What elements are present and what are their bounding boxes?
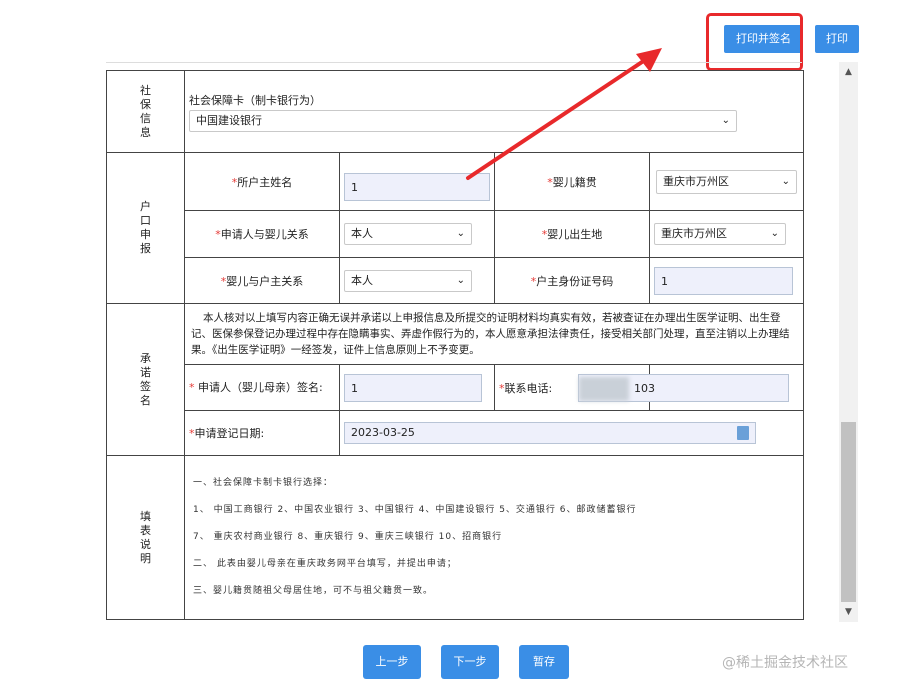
instruction-line: 三、婴儿籍贯随祖父母居住地，可不与祖父籍贯一致。 — [193, 586, 434, 596]
social-security-cell: 社会保障卡（制卡银行为） 中国建设银行 ⌄ — [184, 70, 804, 153]
applicant-sign-input[interactable]: 1 — [344, 373, 482, 402]
applicant-relation-select[interactable]: 本人 ⌄ — [344, 223, 472, 245]
print-button[interactable]: 打印 — [815, 25, 859, 53]
baby-origin-label: *婴儿籍贯 — [494, 152, 650, 211]
date-label: *申请登记日期: — [184, 410, 340, 456]
phone-cell: 103 — [578, 364, 804, 411]
applicant-relation-value: 本人 — [351, 227, 373, 240]
section-label: 承诺签名 — [140, 351, 151, 407]
scroll-up-arrow-icon[interactable]: ▲ — [839, 62, 858, 82]
section-label: 填表说明 — [140, 509, 151, 565]
section-pledge: 承诺签名 — [106, 303, 185, 456]
section-label: 户口申报 — [140, 200, 151, 255]
pledge-date-row: *申请登记日期: 2023-03-25 — [107, 410, 804, 456]
applicant-relation-cell: 本人 ⌄ — [339, 210, 495, 258]
phone-value: 103 — [634, 381, 655, 395]
baby-origin-cell: 重庆市万州区 ⌄ — [649, 152, 804, 211]
baby-head-relation-label: *婴儿与户主关系 — [184, 257, 340, 304]
chevron-down-icon: ⌄ — [781, 175, 790, 187]
head-name-label: *所户主姓名 — [184, 152, 340, 211]
instructions-row: 填表说明 一、社会保障卡制卡银行选择： 1、 中国工商银行 2、中国农业银行 3… — [106, 455, 804, 620]
baby-origin-select[interactable]: 重庆市万州区 ⌄ — [656, 169, 797, 194]
redacted-area — [579, 376, 629, 401]
baby-birthplace-value: 重庆市万州区 — [661, 227, 727, 240]
baby-birthplace-label: *婴儿出生地 — [494, 210, 650, 258]
instruction-line: 7、 重庆农村商业银行 8、重庆银行 9、重庆三峡银行 10、招商银行 — [193, 532, 503, 542]
head-name-input[interactable]: 1 — [344, 172, 490, 201]
chevron-down-icon: ⌄ — [770, 228, 779, 239]
date-input[interactable]: 2023-03-25 — [344, 422, 756, 444]
chevron-down-icon: ⌄ — [456, 274, 465, 286]
date-value: 2023-03-25 — [351, 426, 415, 439]
household-row-1: 户口申报 *所户主姓名 1 *婴儿籍贯 重庆市万州区 ⌄ — [106, 152, 804, 304]
pledge-notice: 本人核对以上填写内容正确无误并承诺以上申报信息及所提交的证明材料均真实有效，若被… — [184, 303, 804, 365]
instructions-cell: 一、社会保障卡制卡银行选择： 1、 中国工商银行 2、中国农业银行 3、中国银行… — [184, 455, 804, 620]
section-instructions: 填表说明 — [106, 455, 185, 620]
vertical-scrollbar[interactable]: ▲ ▼ — [839, 62, 858, 622]
household-row-3: *婴儿与户主关系 本人 ⌄ *户主身份证号码 1 — [107, 257, 804, 304]
application-form: 社保信息 社会保障卡（制卡银行为） 中国建设银行 ⌄ 户口申报 *所户主姓名 1… — [106, 70, 804, 620]
chevron-down-icon: ⌄ — [721, 114, 730, 126]
instruction-line: 1、 中国工商银行 2、中国农业银行 3、中国银行 4、中国建设银行 5、交通银… — [193, 505, 637, 515]
instruction-line: 二、 此表由婴儿母亲在重庆政务网平台填写，并提出申请； — [193, 559, 457, 569]
scroll-thumb[interactable] — [841, 422, 856, 602]
applicant-sign-cell: 1 — [339, 364, 495, 411]
baby-head-relation-select[interactable]: 本人 ⌄ — [344, 269, 472, 292]
section-label: 社保信息 — [140, 83, 151, 139]
section-household: 户口申报 — [106, 152, 185, 304]
section-social-security: 社保信息 — [106, 70, 185, 153]
date-cell: 2023-03-25 — [339, 410, 804, 456]
print-and-sign-button[interactable]: 打印并签名 — [724, 25, 803, 53]
chevron-down-icon: ⌄ — [456, 228, 465, 239]
bank-select-value: 中国建设银行 — [196, 113, 262, 127]
head-id-label: *户主身份证号码 — [494, 257, 650, 304]
baby-head-relation-cell: 本人 ⌄ — [339, 257, 495, 304]
watermark: @稀土掘金技术社区 — [722, 655, 848, 671]
next-step-button[interactable]: 下一步 — [441, 645, 499, 679]
household-row-2: *申请人与婴儿关系 本人 ⌄ *婴儿出生地 重庆市万州区 ⌄ — [107, 210, 804, 258]
bank-select[interactable]: 中国建设银行 ⌄ — [189, 109, 737, 132]
card-bank-label: 社会保障卡（制卡银行为） — [189, 93, 321, 107]
applicant-relation-label: *申请人与婴儿关系 — [184, 210, 340, 258]
pledge-notice-row: 承诺签名 本人核对以上填写内容正确无误并承诺以上申报信息及所提交的证明材料均真实… — [106, 303, 804, 456]
baby-head-relation-value: 本人 — [351, 273, 373, 287]
phone-input[interactable]: 103 — [578, 373, 789, 402]
baby-birthplace-cell: 重庆市万州区 ⌄ — [649, 210, 804, 258]
pledge-sign-row: * 申请人（婴儿母亲）签名: 1 *联系电话: 103 — [107, 364, 804, 411]
tab-strip-divider — [106, 62, 802, 70]
applicant-sign-label: * 申请人（婴儿母亲）签名: — [184, 364, 340, 411]
baby-origin-value: 重庆市万州区 — [663, 174, 729, 188]
scroll-down-arrow-icon[interactable]: ▼ — [839, 602, 858, 622]
head-id-cell: 1 — [649, 257, 804, 304]
previous-step-button[interactable]: 上一步 — [363, 645, 421, 679]
save-draft-button[interactable]: 暂存 — [519, 645, 569, 679]
calendar-icon[interactable] — [737, 426, 749, 440]
head-id-input[interactable]: 1 — [654, 266, 793, 295]
head-name-cell: 1 — [339, 152, 495, 211]
baby-birthplace-select[interactable]: 重庆市万州区 ⌄ — [654, 223, 786, 245]
social-security-row: 社保信息 社会保障卡（制卡银行为） 中国建设银行 ⌄ — [106, 70, 804, 153]
instruction-line: 一、社会保障卡制卡银行选择： — [193, 478, 334, 488]
